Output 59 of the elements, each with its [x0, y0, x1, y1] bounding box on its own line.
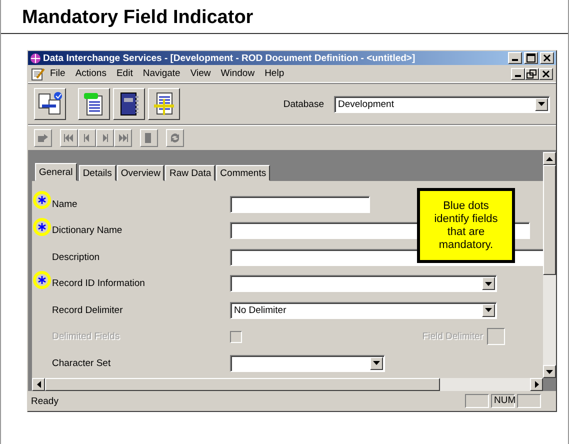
menu-item[interactable]: View [185, 68, 216, 79]
minimize-icon [515, 74, 521, 76]
globe-icon [30, 52, 41, 64]
restore-button[interactable] [525, 68, 539, 80]
minimize-button[interactable] [511, 68, 525, 80]
document-compare-button[interactable] [34, 88, 66, 120]
menu-item[interactable]: Edit [111, 68, 138, 79]
menu-item[interactable]: Actions [70, 68, 112, 79]
minimize-button[interactable] [508, 52, 522, 64]
dropdown-field[interactable]: No Delimiter [230, 302, 497, 319]
field-label: Character Set [52, 358, 112, 369]
close-icon [541, 53, 553, 63]
field-label: Record ID Information [52, 278, 146, 290]
menu-item[interactable]: Navigate [138, 68, 186, 79]
database-dropdown[interactable]: Development [334, 96, 550, 112]
text-field[interactable] [230, 196, 370, 213]
restore-icon [526, 68, 538, 78]
dropdown-field[interactable] [230, 354, 385, 372]
dropdown-field[interactable] [230, 275, 497, 292]
tab[interactable]: Comments [216, 165, 270, 181]
last-record-icon[interactable] [114, 129, 132, 147]
table-document-button[interactable] [148, 88, 180, 120]
close-button[interactable] [540, 52, 554, 64]
status-panel [465, 394, 489, 408]
maximize-icon [525, 53, 537, 63]
window-title: Data Interchange Services - [Development - ROD Document Definition - <untitled>] [43, 52, 416, 64]
book-button[interactable] [113, 88, 145, 120]
tab[interactable]: General [35, 163, 77, 181]
field-label: Dictionary Name [52, 225, 124, 236]
left-arrow-icon[interactable] [36, 381, 40, 388]
menu-item[interactable]: File [45, 68, 70, 79]
up-arrow-icon[interactable] [546, 156, 553, 160]
maximize-button[interactable] [524, 52, 538, 64]
xml-document-button[interactable] [78, 88, 110, 120]
close-icon [540, 68, 552, 78]
mandatory-note-tooltip: Blue dots identify fields that are mandatory. [417, 188, 515, 263]
close-button[interactable] [539, 68, 553, 80]
status-indicator: NUM [491, 394, 515, 408]
tab[interactable]: Details [78, 165, 116, 181]
next-record-icon[interactable] [96, 129, 114, 147]
minimize-icon [512, 59, 518, 61]
tab[interactable]: Overview [116, 165, 164, 181]
field-label: Description [52, 252, 101, 263]
refresh-icon[interactable] [166, 129, 184, 147]
down-arrow-icon[interactable] [546, 370, 553, 374]
horizontal-scrollbar[interactable] [32, 378, 543, 391]
field-label: Name [52, 198, 78, 210]
database-label: Database [283, 98, 324, 110]
field-label: Record Delimiter [52, 304, 124, 316]
menu-item[interactable]: Window [216, 68, 260, 79]
vertical-scrollbar[interactable] [543, 152, 556, 378]
tab[interactable]: Raw Data [165, 165, 216, 181]
previous-record-icon[interactable] [78, 129, 96, 147]
status-panel [517, 394, 541, 408]
status-text: Ready [31, 396, 60, 406]
right-arrow-icon[interactable] [534, 381, 538, 388]
slide-title: Mandatory Field Indicator [21, 6, 254, 30]
menu-item[interactable]: Help [260, 68, 290, 79]
first-record-icon[interactable] [60, 129, 78, 147]
